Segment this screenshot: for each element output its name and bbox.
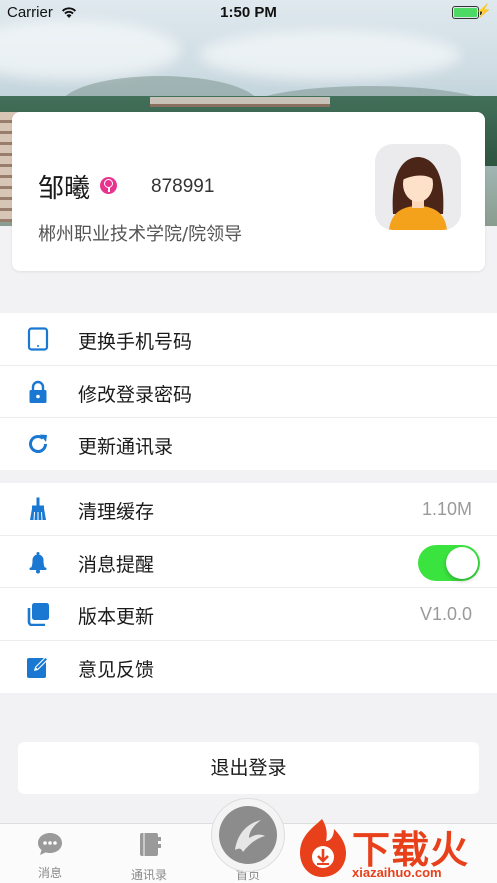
change-password-label: 修改登录密码 (78, 383, 193, 406)
broom-icon (30, 497, 46, 521)
change-password-item[interactable]: 修改登录密码 (0, 366, 497, 418)
feedback-item[interactable]: 意见反馈 (0, 641, 497, 694)
tab-messages-label: 消息 (37, 866, 62, 880)
feedback-label: 意见反馈 (78, 658, 155, 681)
tab-home[interactable] (211, 798, 285, 872)
watermark: 下载火 xiazaihuo.com (290, 815, 497, 883)
update-contacts-label: 更新通讯录 (78, 436, 174, 458)
tab-contacts[interactable]: 通讯录 (109, 832, 189, 883)
clear-cache-label: 清理缓存 (78, 501, 155, 523)
tab-messages[interactable]: 消息 (10, 832, 90, 881)
cache-size: 1.10M (421, 499, 472, 519)
update-contacts-item[interactable]: 更新通讯录 (0, 418, 497, 471)
refresh-icon (29, 434, 47, 453)
tab-contacts-label: 通讯录 (130, 868, 167, 882)
version-number: V1.0.0 (419, 604, 472, 624)
settings-menu: 清理缓存 1.10M 消息提醒 版本更新 V1.0.0 意见反馈 (0, 483, 497, 693)
school-gate (150, 97, 330, 107)
status-bar: Carrier 1:50 PM ⚡ (0, 0, 497, 26)
copy-icon (27, 603, 49, 626)
toggle-knob (446, 546, 478, 579)
edit-icon (27, 656, 48, 678)
charging-icon: ⚡ (475, 3, 492, 18)
avatar[interactable] (375, 144, 461, 230)
account-menu: 更换手机号码 修改登录密码 更新通讯录 (0, 313, 497, 470)
change-phone-item[interactable]: 更换手机号码 (0, 313, 497, 366)
chat-bubble-icon (38, 833, 62, 855)
user-name: 邹曦 (38, 174, 91, 204)
clock: 1:50 PM (220, 4, 277, 21)
home-logo-icon (219, 806, 277, 864)
female-icon (100, 177, 117, 194)
version-update-label: 版本更新 (78, 606, 155, 628)
version-update-item[interactable]: 版本更新 V1.0.0 (0, 588, 497, 641)
female-avatar-icon (375, 144, 461, 230)
clear-cache-item[interactable]: 清理缓存 1.10M (0, 483, 497, 536)
bell-icon (29, 551, 47, 573)
notifications-label: 消息提醒 (78, 553, 155, 576)
user-organization: 郴州职业技术学院/院领导 (38, 224, 243, 245)
fire-download-logo-icon (300, 819, 346, 877)
lock-icon (29, 380, 47, 403)
profile-card[interactable]: 邹曦 878991 郴州职业技术学院/院领导 (12, 112, 485, 271)
notifications-toggle[interactable] (418, 544, 480, 581)
logout-button[interactable]: 退出登录 (18, 742, 479, 794)
user-id: 878991 (151, 176, 215, 197)
phone-icon (27, 327, 49, 351)
watermark-url: xiazaihuo.com (352, 865, 442, 880)
notifications-item: 消息提醒 (0, 536, 497, 588)
change-phone-label: 更换手机号码 (78, 331, 193, 353)
contacts-book-icon (140, 833, 161, 856)
